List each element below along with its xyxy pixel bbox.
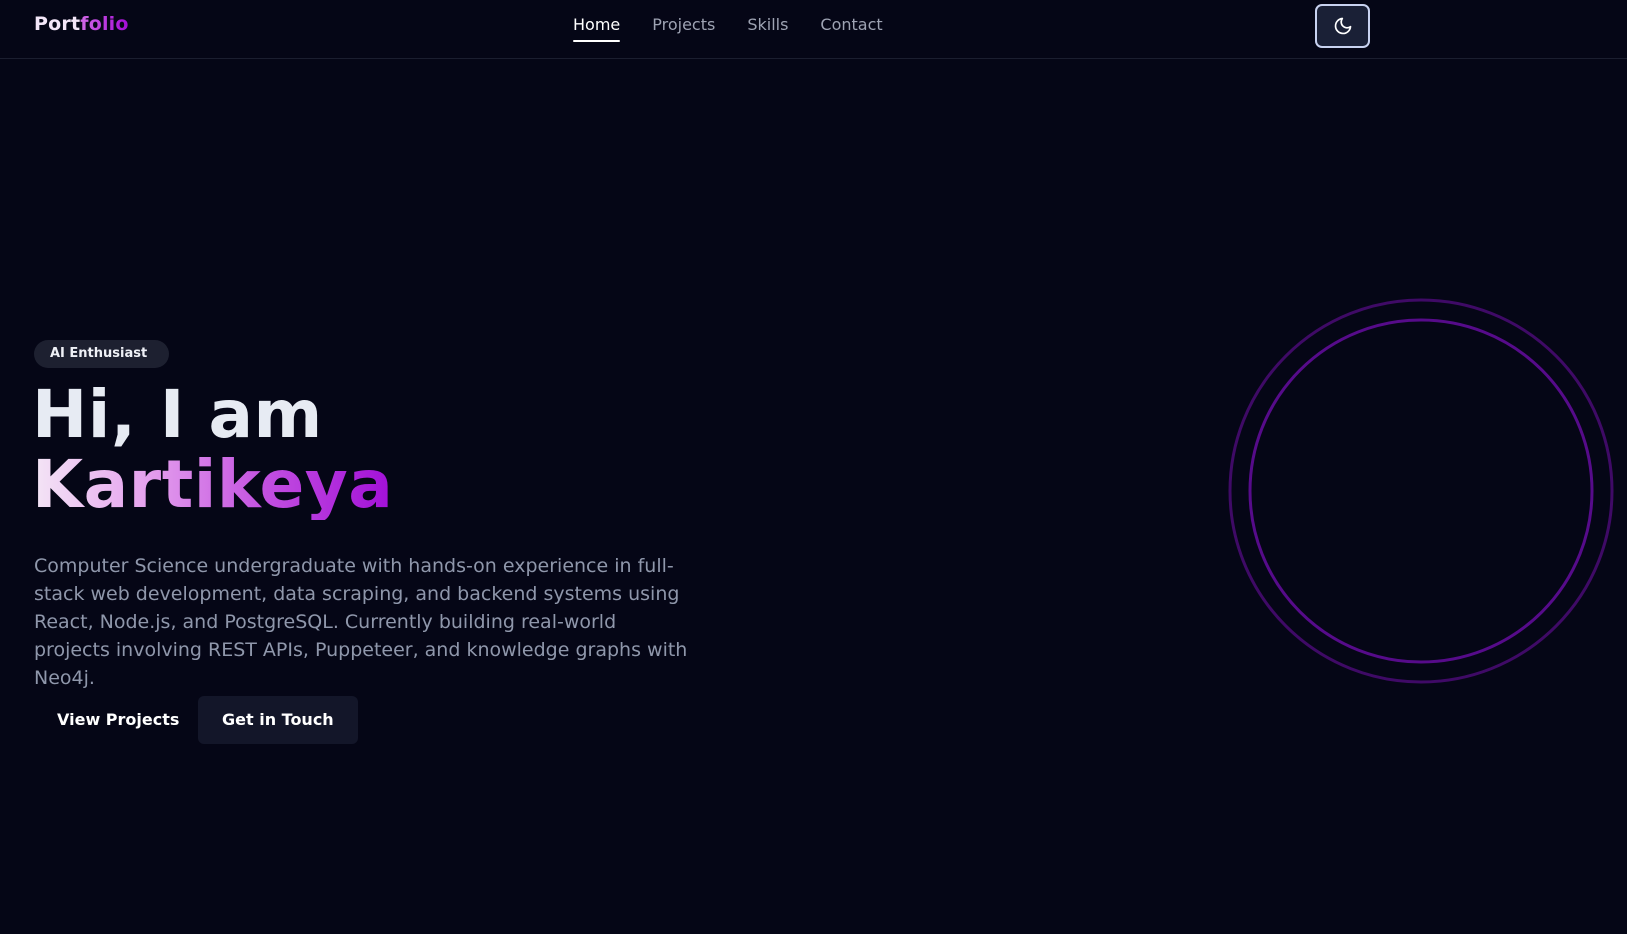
inner-ring: [1248, 318, 1594, 664]
nav-link-contact[interactable]: Contact: [820, 15, 882, 40]
view-projects-button[interactable]: View Projects: [33, 696, 203, 744]
hero-heading: Hi, I am Kartikeya: [32, 380, 393, 520]
logo-text-part1: Port: [34, 13, 81, 35]
nav-link-skills[interactable]: Skills: [747, 15, 788, 40]
theme-toggle-button[interactable]: [1315, 4, 1370, 48]
nav-link-projects[interactable]: Projects: [652, 15, 715, 40]
site-logo[interactable]: Portfolio: [34, 13, 129, 35]
role-badge: AI Enthusiast: [34, 340, 170, 368]
top-navbar: Portfolio Home Projects Skills Contact: [0, 0, 1627, 59]
moon-icon: [1334, 17, 1351, 35]
main-nav: Home Projects Skills Contact: [573, 15, 915, 42]
hero-name: Kartikeya: [32, 446, 394, 523]
decorative-rings: [1228, 298, 1614, 684]
get-in-touch-button[interactable]: Get in Touch: [198, 696, 358, 744]
outer-ring: [1228, 298, 1614, 684]
hero-description: Computer Science undergraduate with hand…: [34, 555, 688, 689]
logo-text-part2: folio: [80, 13, 129, 35]
hero-greeting: Hi, I am: [32, 376, 323, 453]
nav-link-home[interactable]: Home: [573, 15, 621, 42]
